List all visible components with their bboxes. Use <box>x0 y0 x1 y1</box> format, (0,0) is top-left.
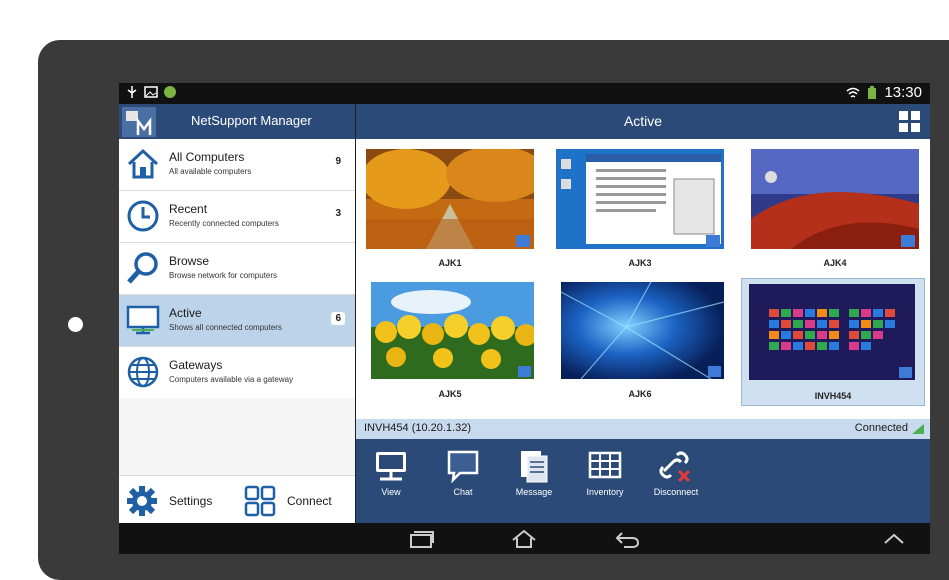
view-label: View <box>381 487 401 497</box>
computer-thumbnail-ajk3[interactable] <box>556 149 724 249</box>
status-time: 13:30 <box>884 84 922 101</box>
connect-grid-icon <box>244 485 276 517</box>
action-toolbar: View Chat Message Inventory Disconnect <box>356 439 930 523</box>
app-title: NetSupport Manager <box>191 113 312 128</box>
computer-name: AJK5 <box>438 389 462 399</box>
message-button[interactable]: Message <box>504 449 564 497</box>
computer-name: AJK3 <box>628 258 652 268</box>
connection-status: Connected <box>854 422 908 434</box>
inventory-button[interactable]: Inventory <box>575 449 635 497</box>
tablet-home-sensor <box>68 317 83 332</box>
nav-item-browse[interactable]: Browse Browse network for computers <box>119 243 355 295</box>
nav-item-title: Recent <box>169 202 208 216</box>
computer-name: AJK4 <box>823 258 847 268</box>
nav-item-title: Gateways <box>169 358 223 372</box>
inventory-list-icon <box>588 451 622 479</box>
inventory-label: Inventory <box>586 487 624 497</box>
android-status-bar: 13:30 <box>119 83 930 104</box>
computer-thumbnail-invh454[interactable] <box>749 284 917 384</box>
nav-item-all-computers[interactable]: All Computers All available computers 9 <box>119 139 355 191</box>
tablet-screen: 13:30 NetSupport Manager All Computers A… <box>119 83 930 554</box>
computer-name: INVH454 <box>814 391 852 401</box>
back-icon[interactable] <box>614 529 640 549</box>
nav-item-count: 6 <box>331 312 345 325</box>
connect-button[interactable]: Connect <box>243 484 332 518</box>
computer-thumbnail-ajk6[interactable] <box>560 281 729 382</box>
chevron-up-icon[interactable] <box>881 529 907 549</box>
nav-item-subtitle: Computers available via a gateway <box>169 375 294 384</box>
nav-item-title: Browse <box>169 254 210 268</box>
recent-apps-icon[interactable] <box>409 529 435 549</box>
nav-item-recent[interactable]: Recent Recently connected computers 3 <box>119 191 355 243</box>
wifi-icon <box>846 87 860 98</box>
disconnect-label: Disconnect <box>653 487 699 497</box>
nav-list: All Computers All available computers 9 … <box>119 139 355 398</box>
computer-thumbnail-ajk5[interactable] <box>371 282 539 382</box>
message-label: Message <box>515 487 553 497</box>
house-icon <box>127 148 159 179</box>
globe-icon <box>127 356 159 388</box>
computer-name: AJK1 <box>438 258 462 268</box>
settings-label: Settings <box>169 494 213 508</box>
connection-status-bar: INVH454 (10.20.1.32) Connected <box>356 419 930 439</box>
battery-icon <box>868 85 877 99</box>
computer-name: AJK6 <box>628 389 652 399</box>
view-monitor-icon <box>376 452 406 481</box>
magnifier-icon <box>127 252 158 284</box>
main-header: Active <box>356 104 930 139</box>
message-document-icon <box>521 451 548 483</box>
sidebar-header: NetSupport Manager <box>119 104 355 139</box>
usb-icon <box>127 86 137 98</box>
main-title: Active <box>623 113 663 129</box>
chat-label: Chat <box>453 487 473 497</box>
image-notification-icon <box>144 86 158 98</box>
gear-icon <box>127 486 157 516</box>
netsupport-logo-icon <box>122 107 156 137</box>
desktop-screenshot <box>560 281 725 380</box>
nav-item-subtitle: Recently connected computers <box>169 219 279 228</box>
desktop-screenshot <box>371 282 537 379</box>
chat-button[interactable]: Chat <box>433 449 493 497</box>
signal-icon <box>912 424 924 434</box>
view-button[interactable]: View <box>361 449 421 497</box>
nav-item-gateways[interactable]: Gateways Computers available via a gatew… <box>119 347 355 398</box>
disconnect-button[interactable]: Disconnect <box>646 449 706 497</box>
nav-item-count: 9 <box>335 156 341 167</box>
nav-item-subtitle: All available computers <box>169 167 252 176</box>
computer-thumbnail-ajk1[interactable] <box>361 146 546 249</box>
connect-label: Connect <box>287 494 332 508</box>
home-icon[interactable] <box>511 529 537 549</box>
disconnect-link-icon <box>659 451 691 483</box>
main-panel: Active AJK1 AJK3 AJK4 AJK5 AJK6 INVH454 … <box>356 104 930 523</box>
nav-item-title: All Computers <box>169 150 245 164</box>
computer-thumbnail-ajk4[interactable] <box>751 149 919 249</box>
desktop-screenshot <box>556 149 724 249</box>
android-nav-bar <box>119 523 930 554</box>
nav-item-subtitle: Shows all connected computers <box>169 323 282 332</box>
chat-bubble-icon <box>447 450 479 483</box>
sidebar: NetSupport Manager All Computers All ava… <box>119 104 355 524</box>
desktop-screenshot <box>751 149 919 249</box>
settings-button[interactable]: Settings <box>125 484 212 518</box>
nav-item-count: 3 <box>335 208 341 219</box>
grid-view-icon[interactable] <box>899 111 920 132</box>
monitor-icon <box>126 305 160 335</box>
desktop-screenshot <box>749 284 915 380</box>
nav-item-active[interactable]: Active Shows all connected computers 6 <box>119 295 355 347</box>
desktop-screenshot <box>361 146 546 249</box>
selected-host: INVH454 (10.20.1.32) <box>364 422 472 434</box>
nav-item-title: Active <box>169 306 202 320</box>
android-notification-icon <box>164 86 176 98</box>
nav-item-subtitle: Browse network for computers <box>169 271 278 280</box>
clock-icon <box>127 200 159 232</box>
sidebar-footer: Settings Connect <box>119 475 355 524</box>
